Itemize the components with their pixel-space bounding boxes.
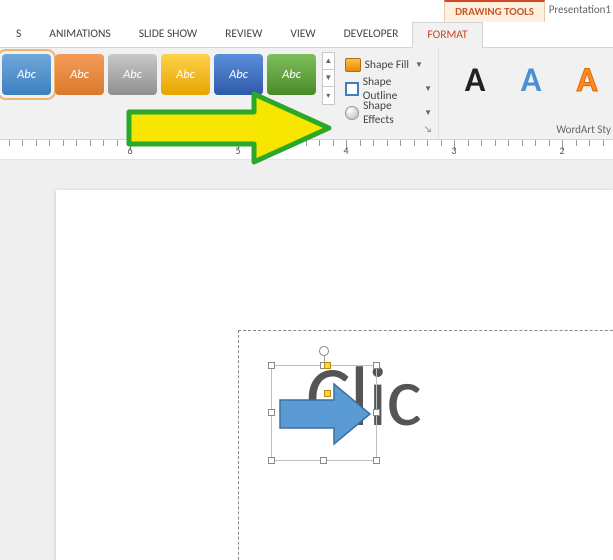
shape-style-swatch[interactable]: Abc <box>2 54 51 95</box>
tab-slide-show[interactable]: SLIDE SHOW <box>125 22 211 48</box>
tab-view[interactable]: VIEW <box>276 22 329 48</box>
group-label-shape-styles: Shape Styles ↘ <box>0 122 438 138</box>
horizontal-ruler: 6 5 4 3 2 <box>0 140 613 160</box>
slide-editing-area[interactable]: Clic <box>0 160 613 560</box>
group-shape-styles: Abc Abc Abc Abc Abc Abc ▲ ▼ ▾ Shape Fill… <box>0 48 439 139</box>
ruler-label: 2 <box>559 144 564 157</box>
right-arrow-shape-icon[interactable] <box>278 382 372 446</box>
shape-fill-menu[interactable]: Shape Fill ▼ <box>341 54 436 76</box>
resize-handle[interactable] <box>268 362 275 369</box>
swatch-label: Abc <box>282 67 301 82</box>
chevron-down-icon: ▼ <box>424 84 432 94</box>
title-bar: DRAWING TOOLS Presentation1 <box>0 0 613 22</box>
ribbon-tabs: S ANIMATIONS SLIDE SHOW REVIEW VIEW DEVE… <box>0 22 613 48</box>
chevron-down-icon: ▼ <box>415 60 423 70</box>
shape-outline-menu[interactable]: Shape Outline ▼ <box>341 78 436 100</box>
ribbon-body: Abc Abc Abc Abc Abc Abc ▲ ▼ ▾ Shape Fill… <box>0 48 613 140</box>
shape-fill-label: Shape Fill <box>365 58 409 72</box>
presentation-name: Presentation1 <box>549 3 613 16</box>
wordart-style-swatch[interactable]: A <box>505 54 557 106</box>
group-label-wordart: WordArt Sty <box>447 122 613 138</box>
resize-handle[interactable] <box>373 362 380 369</box>
resize-handle[interactable] <box>268 457 275 464</box>
ruler-label: 3 <box>451 144 456 157</box>
ruler-label: 6 <box>127 144 132 157</box>
swatch-label: Abc <box>123 67 142 82</box>
resize-handle[interactable] <box>320 457 327 464</box>
gallery-expand[interactable]: ▾ <box>323 87 334 104</box>
adjustment-handle[interactable] <box>324 362 331 369</box>
contextual-tab-drawing-tools: DRAWING TOOLS <box>444 0 545 22</box>
rotation-handle[interactable] <box>319 346 329 356</box>
wordart-style-swatch[interactable]: A <box>561 54 613 106</box>
slide[interactable]: Clic <box>56 190 613 560</box>
gallery-scroll: ▲ ▼ ▾ <box>322 52 335 105</box>
gallery-scroll-down[interactable]: ▼ <box>323 70 334 87</box>
tab-transitions-partial[interactable]: S <box>2 22 35 48</box>
swatch-label: Abc <box>70 67 89 82</box>
wordart-gallery[interactable]: A A A <box>447 48 613 122</box>
effects-icon <box>345 106 359 120</box>
tab-developer[interactable]: DEVELOPER <box>330 22 413 48</box>
tab-review[interactable]: REVIEW <box>211 22 276 48</box>
group-wordart-styles: A A A WordArt Sty <box>439 48 613 139</box>
shape-style-swatch[interactable]: Abc <box>267 54 316 95</box>
shape-effects-menu[interactable]: Shape Effects ▼ <box>341 102 436 124</box>
tab-format[interactable]: FORMAT <box>412 22 482 48</box>
ruler-label: 5 <box>235 144 240 157</box>
swatch-label: Abc <box>176 67 195 82</box>
shape-selection-box[interactable] <box>271 365 377 461</box>
gallery-scroll-up[interactable]: ▲ <box>323 53 334 70</box>
shape-style-swatch[interactable]: Abc <box>161 54 210 95</box>
resize-handle[interactable] <box>373 409 380 416</box>
outline-icon <box>345 82 359 96</box>
resize-handle[interactable] <box>268 409 275 416</box>
resize-handle[interactable] <box>373 457 380 464</box>
tab-animations[interactable]: ANIMATIONS <box>35 22 124 48</box>
wordart-style-swatch[interactable]: A <box>449 54 501 106</box>
dialog-launcher-icon[interactable]: ↘ <box>422 124 434 136</box>
ruler-label: 4 <box>343 144 348 157</box>
shape-style-swatch[interactable]: Abc <box>214 54 263 95</box>
paint-bucket-icon <box>345 58 361 72</box>
swatch-label: Abc <box>17 67 36 82</box>
shape-style-swatch[interactable]: Abc <box>55 54 104 95</box>
swatch-label: Abc <box>229 67 248 82</box>
shape-style-gallery[interactable]: Abc Abc Abc Abc Abc Abc <box>0 52 318 97</box>
shape-style-swatch[interactable]: Abc <box>108 54 157 95</box>
chevron-down-icon: ▼ <box>424 108 432 118</box>
